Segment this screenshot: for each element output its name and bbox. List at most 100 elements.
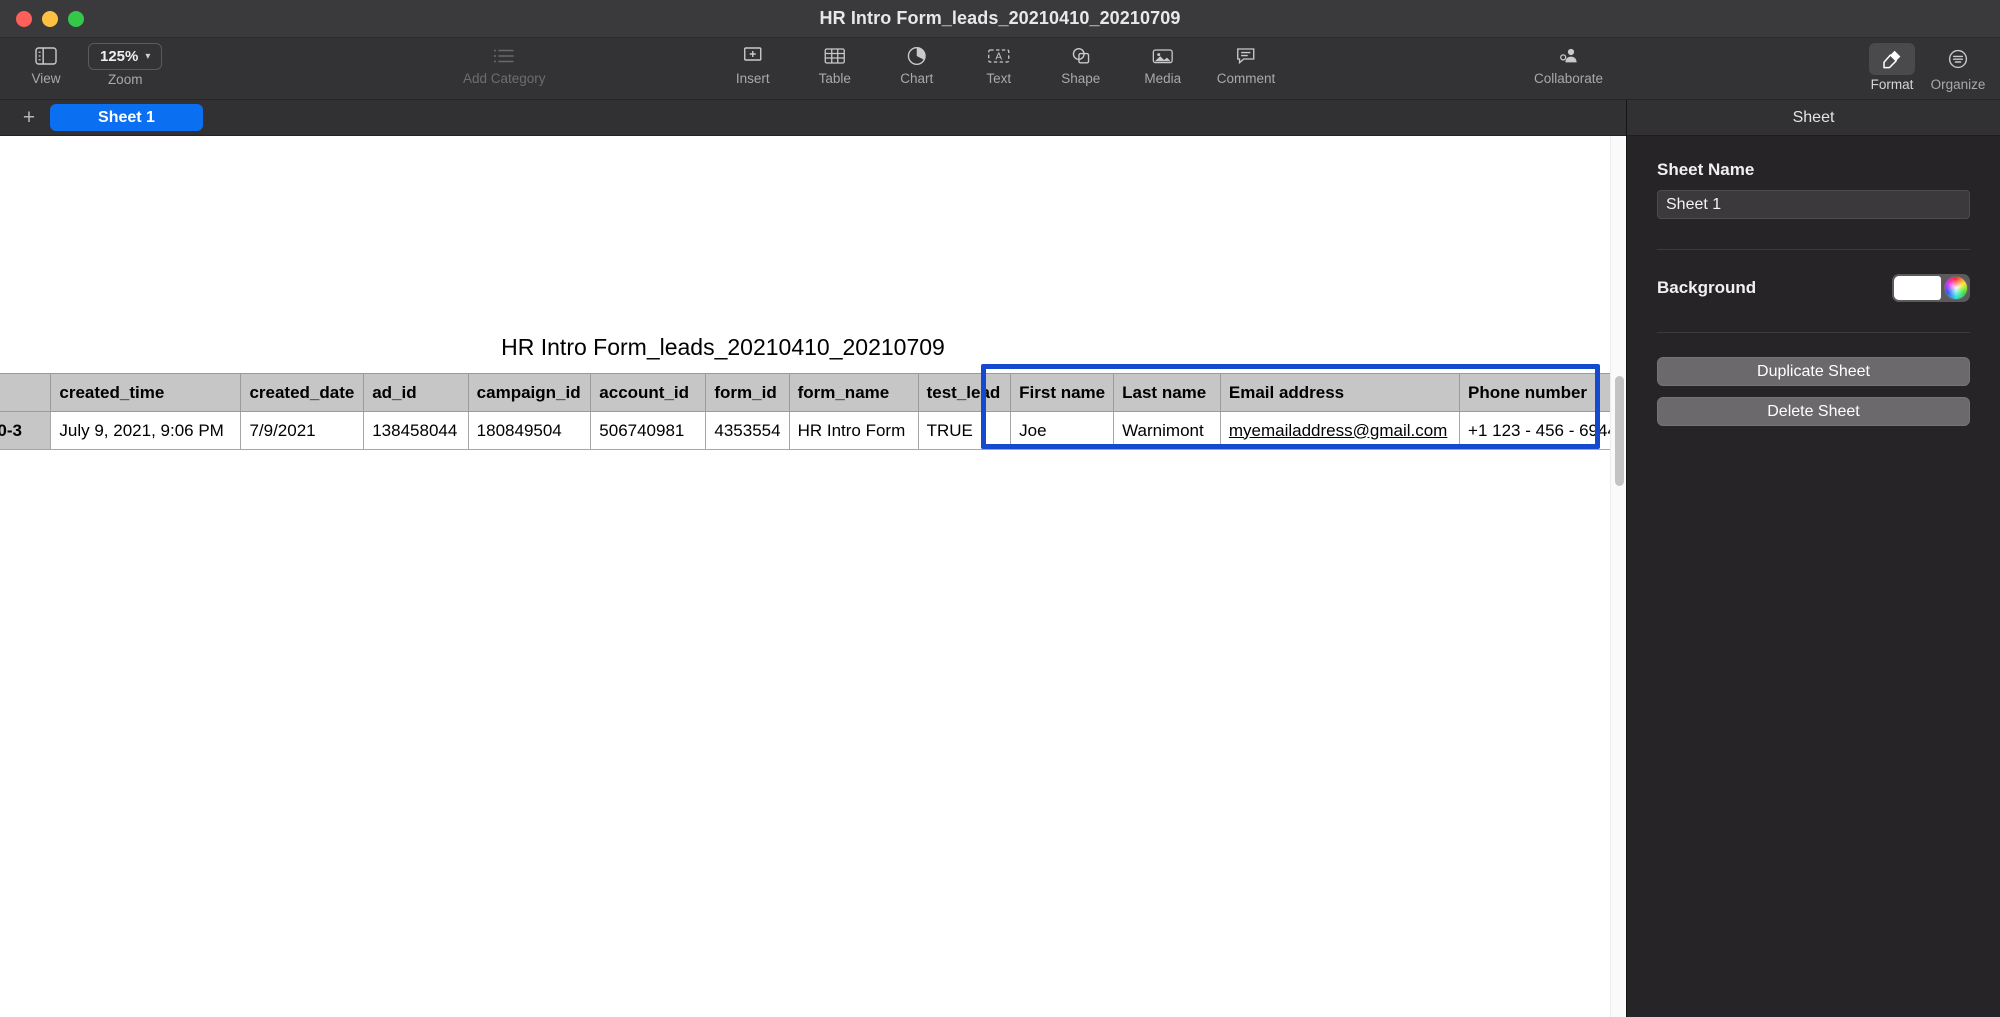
cell-account-id[interactable]: 506740981 [590, 411, 707, 450]
inspector-body: Sheet Name Background Duplicate Sheet De… [1627, 136, 2000, 1017]
column-header-last-name[interactable]: Last name [1113, 373, 1221, 412]
cell-last-name[interactable]: Warnimont [1113, 411, 1221, 450]
background-color-swatch[interactable] [1894, 276, 1941, 300]
toolbar: View 125% ▾ Zoom Add Category Insert Tab… [0, 38, 2000, 100]
add-sheet-button[interactable]: + [16, 105, 42, 131]
svg-text:A: A [995, 52, 1002, 63]
cell-created-time[interactable]: July 9, 2021, 9:06 PM [50, 411, 242, 450]
table-button[interactable]: Table [807, 43, 863, 86]
sheet-tab-label: Sheet 1 [98, 109, 155, 126]
add-category-button[interactable]: Add Category [463, 43, 546, 86]
comment-button[interactable]: Comment [1216, 43, 1276, 86]
spreadsheet-canvas[interactable]: HR Intro Form_leads_20210410_20210709 cr… [0, 136, 1626, 1017]
window-controls [0, 10, 84, 27]
color-wheel-icon[interactable] [1944, 276, 1968, 300]
sheet-tab-bar: + Sheet 1 [0, 100, 1626, 136]
column-header-test-lead[interactable]: test_lead [917, 373, 1012, 412]
format-inspector-panel: Sheet Sheet Name Background Duplicate Sh… [1626, 100, 2000, 1017]
canvas-vertical-scrollbar[interactable] [1610, 136, 1626, 1017]
background-label: Background [1657, 278, 1757, 297]
data-table-wrapper: created_time created_date ad_id campaign… [0, 373, 1626, 450]
format-button[interactable]: Format [1864, 43, 1920, 92]
insert-button[interactable]: Insert [725, 43, 781, 86]
column-header-created-time[interactable]: created_time [50, 373, 242, 412]
organize-circle-icon [1947, 46, 1969, 72]
background-color-control[interactable] [1892, 274, 1970, 302]
shape-icon [1070, 43, 1092, 69]
duplicate-sheet-button[interactable]: Duplicate Sheet [1657, 357, 1970, 386]
table-row: 2250-3 July 9, 2021, 9:06 PM 7/9/2021 13… [0, 411, 1626, 450]
column-header-email-address[interactable]: Email address [1219, 373, 1461, 412]
view-button[interactable]: View [18, 43, 74, 86]
column-header-ad-id[interactable]: ad_id [363, 373, 469, 412]
cell-created-date[interactable]: 7/9/2021 [240, 411, 365, 450]
main-body: + Sheet 1 HR Intro Form_leads_20210410_2… [0, 100, 2000, 1017]
chevron-down-icon: ▾ [145, 51, 151, 62]
column-header-corner[interactable] [0, 373, 52, 412]
numbers-spreadsheet-window: HR Intro Form_leads_20210410_20210709 Vi… [0, 0, 2000, 1017]
organize-button[interactable]: Organize [1930, 43, 1986, 92]
title-bar: HR Intro Form_leads_20210410_20210709 [0, 0, 2000, 38]
shape-button[interactable]: Shape [1053, 43, 1109, 86]
cell-test-lead[interactable]: TRUE [917, 411, 1012, 450]
cell-form-id[interactable]: 4353554 [705, 411, 790, 450]
cell-row-header[interactable]: 2250-3 [0, 411, 52, 450]
shape-label: Shape [1061, 71, 1101, 86]
delete-sheet-button[interactable]: Delete Sheet [1657, 397, 1970, 426]
data-table[interactable]: created_time created_date ad_id campaign… [0, 373, 1626, 450]
column-header-campaign-id[interactable]: campaign_id [467, 373, 592, 412]
cell-form-name[interactable]: HR Intro Form [788, 411, 919, 450]
format-brush-icon [1881, 46, 1903, 72]
minimize-button[interactable] [42, 10, 58, 27]
text-box-icon: A [987, 43, 1011, 69]
insert-icon [742, 43, 764, 69]
toolbar-center-group: Insert Table Chart A Text Shape Media Co… [725, 43, 1276, 86]
collaborate-label: Collaborate [1534, 71, 1604, 86]
text-label: Text [986, 71, 1012, 86]
table-header-row: created_time created_date ad_id campaign… [0, 373, 1626, 412]
cell-ad-id[interactable]: 138458044 [363, 411, 469, 450]
sheet-name-label: Sheet Name [1657, 160, 1755, 179]
toolbar-right-group: Format Organize [1864, 43, 1986, 92]
cell-email-address[interactable]: myemailaddress@gmail.com [1219, 411, 1461, 450]
window-title: HR Intro Form_leads_20210410_20210709 [819, 8, 1181, 28]
sheet-name-input[interactable] [1657, 190, 1970, 219]
chart-pie-icon [906, 43, 928, 69]
inspector-divider-1 [1657, 249, 1970, 250]
canvas-vertical-scroll-thumb[interactable] [1615, 376, 1624, 486]
sidebar-panel-icon [35, 43, 57, 69]
cell-first-name[interactable]: Joe [1010, 411, 1115, 450]
column-header-form-id[interactable]: form_id [705, 373, 790, 412]
organize-label: Organize [1930, 77, 1986, 92]
document-title: HR Intro Form_leads_20210410_20210709 [501, 334, 945, 360]
background-row: Background [1657, 274, 1970, 302]
bulleted-list-icon [493, 43, 515, 69]
column-header-account-id[interactable]: account_id [590, 373, 707, 412]
plus-icon: + [22, 106, 36, 129]
collaborate-person-icon [1557, 43, 1581, 69]
column-header-created-date[interactable]: created_date [240, 373, 365, 412]
comment-bubble-icon [1235, 43, 1257, 69]
email-link[interactable]: myemailaddress@gmail.com [1229, 421, 1448, 440]
collaborate-button[interactable]: Collaborate [1534, 43, 1603, 86]
cell-phone-number[interactable]: +1 123 - 456 - 6944 [1459, 411, 1626, 450]
cell-campaign-id[interactable]: 180849504 [467, 411, 592, 450]
zoom-select[interactable]: 125% ▾ [88, 43, 163, 70]
chart-button[interactable]: Chart [889, 43, 945, 86]
text-button[interactable]: A Text [971, 43, 1027, 86]
column-header-first-name[interactable]: First name [1010, 373, 1115, 412]
close-button[interactable] [16, 10, 32, 27]
sheet-area: + Sheet 1 HR Intro Form_leads_20210410_2… [0, 100, 1626, 1017]
column-header-phone-number[interactable]: Phone number [1459, 373, 1626, 412]
zoom-label: Zoom [107, 72, 143, 87]
column-header-form-name[interactable]: form_name [788, 373, 919, 412]
format-label: Format [1870, 77, 1914, 92]
media-image-icon [1152, 43, 1174, 69]
toolbar-left-group: View 125% ▾ Zoom [0, 43, 163, 87]
view-label: View [31, 71, 61, 86]
media-button[interactable]: Media [1135, 43, 1191, 86]
sheet-tab-sheet-1[interactable]: Sheet 1 [50, 104, 203, 131]
zoom-control[interactable]: 125% ▾ Zoom [88, 43, 163, 87]
maximize-button[interactable] [68, 10, 84, 27]
comment-label: Comment [1216, 71, 1276, 86]
